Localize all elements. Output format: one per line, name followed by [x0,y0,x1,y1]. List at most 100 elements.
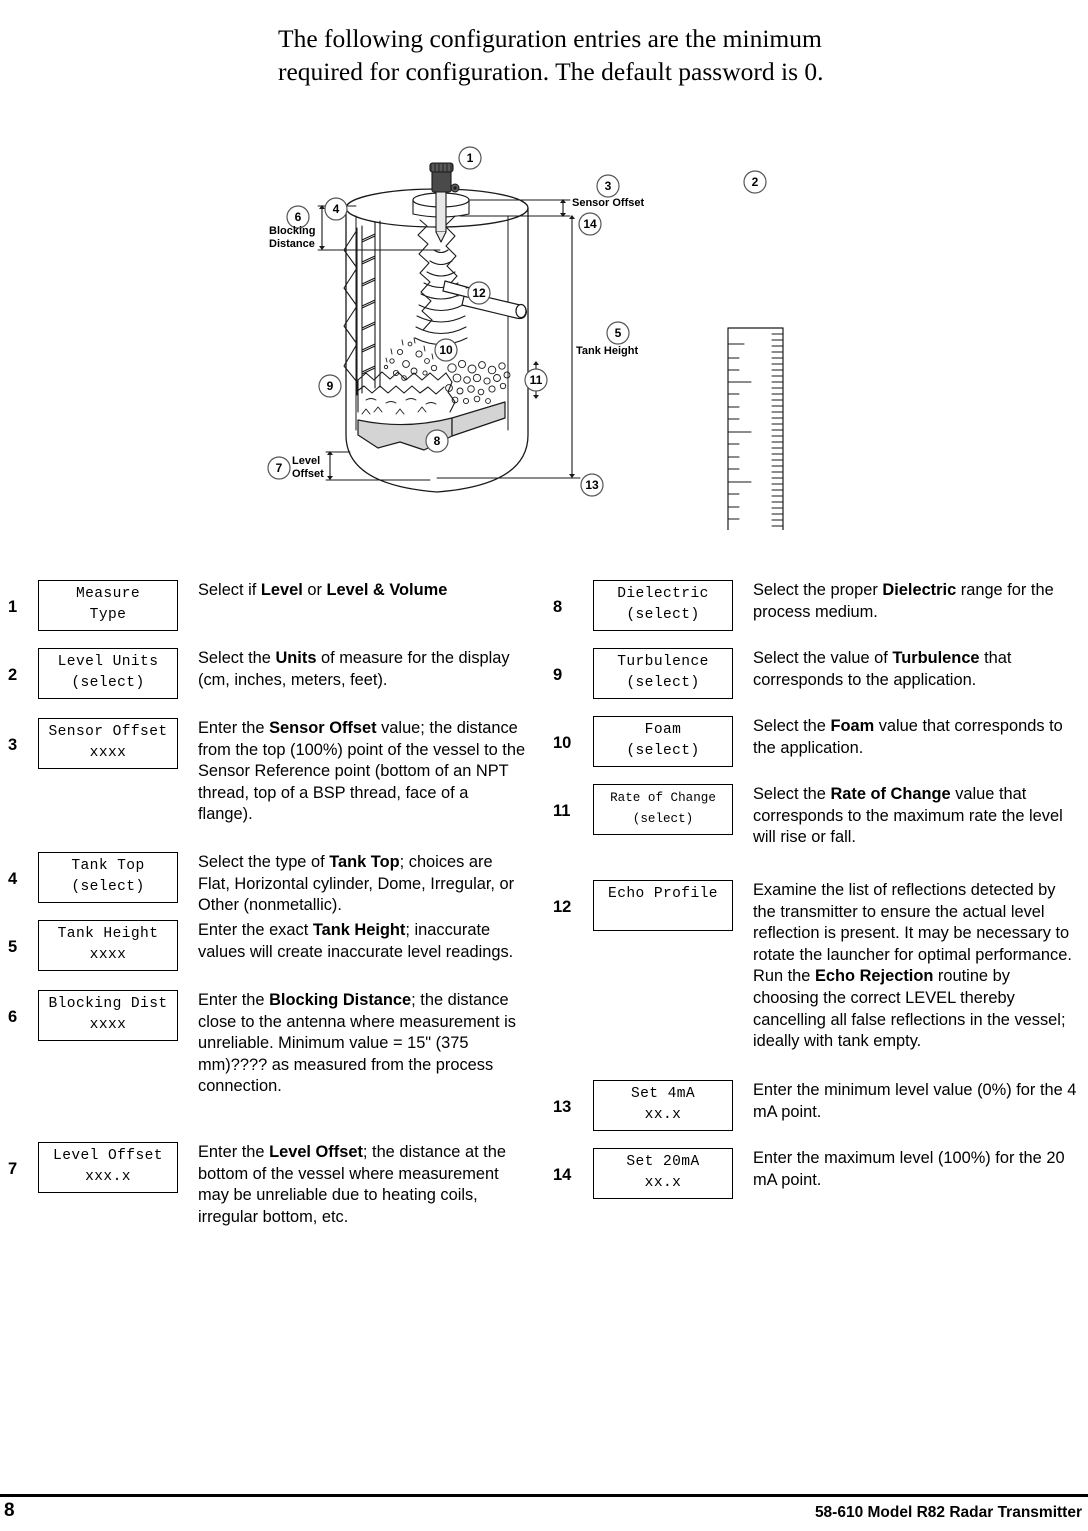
lcd-line-2: xxxx [89,1017,127,1033]
config-description: Enter the Blocking Distance; the distanc… [198,991,516,1096]
lcd-line-2: (select) [632,812,694,826]
config-description: Select the value of Turbulence that corr… [753,649,1012,689]
lcd-display-box[interactable]: Dielectric (select) [593,580,733,631]
svg-text:13: 13 [585,478,599,492]
config-description: Select the proper Dielectric range for t… [753,581,1054,621]
callout-3: 3 [596,174,620,198]
svg-text:2: 2 [752,175,759,189]
callout-12: 12 [467,281,491,305]
callout-4: 4 [324,197,348,221]
callout-2: 2 [743,170,767,194]
lcd-display-box[interactable]: Foam (select) [593,716,733,767]
config-row-number: 6 [8,1008,18,1026]
lcd-line-1: Measure [75,586,141,602]
config-description: Enter the Sensor Offset value; the dista… [198,719,526,824]
config-description: Select the Foam value that corresponds t… [753,717,1063,757]
lcd-display-box[interactable]: Sensor Offset xxxx [38,718,178,769]
config-description: Enter the maximum level (100%) for the 2… [753,1149,1065,1189]
lcd-line-1: Tank Height [57,926,159,942]
lcd-display-box[interactable]: Turbulence (select) [593,648,733,699]
lcd-line-1: Tank Top [71,858,145,874]
intro-line-1: The following configuration entries are … [278,24,822,53]
config-row-number: 1 [8,598,18,616]
lcd-display-box[interactable]: Level Units (select) [38,648,178,699]
config-row-number: 11 [553,802,571,820]
config-row-number: 14 [553,1166,572,1184]
tank-height-label: Tank Height [576,345,638,357]
lcd-display-box[interactable]: Blocking Dist xxxx [38,990,178,1041]
lcd-line-1: Dielectric [617,586,709,602]
lcd-line-2: xx.x [644,1107,682,1123]
lcd-display-box[interactable]: Set 20mA xx.x [593,1148,733,1199]
svg-text:6: 6 [295,210,302,224]
lcd-display-box[interactable]: Rate of Change (select) [593,784,733,835]
lcd-line-2: (select) [71,879,145,895]
document-title: 58-610 Model R82 Radar Transmitter [814,1504,1082,1521]
lcd-line-2: (select) [626,607,700,623]
blocking-distance-label-1: Blocking [269,225,315,237]
config-description: Enter the Level Offset; the distance at … [198,1143,506,1226]
blocking-distance-label-2: Distance [269,238,315,250]
footer-divider [0,1494,1088,1497]
lcd-line-2: Type [89,607,127,623]
svg-text:4: 4 [333,202,340,216]
tank-diagram: 1 2 3 4 5 6 7 8 9 10 11 12 13 14 Sensor … [0,130,1088,530]
lcd-line-1: Echo Profile [608,886,718,902]
internal-ladder [343,220,381,396]
config-row-number: 13 [553,1098,572,1116]
lcd-line-1: Level Offset [53,1148,163,1164]
intro-paragraph: The following configuration entries are … [278,22,838,88]
lcd-display-box[interactable]: Set 4mA xx.x [593,1080,733,1131]
config-description: Select the Units of measure for the disp… [198,649,510,689]
sensor-offset-label: Sensor Offset [572,197,644,209]
level-offset-label-2: Offset [292,468,324,480]
config-description: Enter the minimum level value (0%) for t… [753,1081,1077,1121]
config-row-number: 8 [553,598,563,616]
svg-text:8: 8 [434,434,441,448]
lcd-line-1: Foam [644,722,682,738]
lcd-line-1: Blocking Dist [48,996,168,1012]
intro-line-2: required for configuration. The default … [278,57,824,86]
lcd-display-box[interactable]: Tank Height xxxx [38,920,178,971]
config-row-number: 9 [553,666,563,684]
liquid-surface [355,371,456,413]
lcd-display-box[interactable]: Measure Type [38,580,178,631]
config-description: Enter the exact Tank Height; inaccurate … [198,921,514,961]
svg-text:7: 7 [276,461,283,475]
lcd-line-1: Set 4mA [630,1086,696,1102]
lcd-line-2: (select) [626,675,700,691]
callout-8: 8 [425,429,449,453]
callout-7: 7 [267,456,291,480]
callout-13: 13 [580,473,604,497]
lcd-line-1: Set 20mA [626,1154,700,1170]
lcd-display-box[interactable]: Level Offset xxx.x [38,1142,178,1193]
svg-text:11: 11 [530,373,543,387]
liquid-ripples [361,398,437,415]
config-row-number: 4 [8,870,18,888]
lcd-line-1: Turbulence [617,654,709,670]
svg-text:14: 14 [583,217,597,231]
lcd-line-2: xxxx [89,745,127,761]
lcd-line-2 [594,905,732,926]
config-description: Examine the list of reflections detected… [753,881,1072,1051]
lcd-line-2: (select) [71,675,145,691]
svg-text:12: 12 [472,286,486,300]
callout-1: 1 [458,146,482,170]
svg-text:9: 9 [327,379,334,393]
config-row-number: 2 [8,666,18,684]
callout-5: 5 [606,321,630,345]
config-description: Select the Rate of Change value that cor… [753,785,1063,847]
config-row-number: 12 [553,898,572,916]
radar-wave-arcs [414,249,468,346]
lcd-display-box[interactable]: Tank Top (select) [38,852,178,903]
config-row-number: 5 [8,938,18,956]
lcd-line-1: Level Units [57,654,159,670]
lcd-line-1: Sensor Offset [48,724,168,740]
config-description: Select the type of Tank Top; choices are… [198,853,515,915]
level-offset-label-1: Level [292,455,320,467]
lcd-display-box[interactable]: Echo Profile [593,880,733,931]
callout-11: 11 [524,368,548,392]
config-row-number: 3 [8,736,18,754]
config-row-number: 7 [8,1160,18,1178]
lcd-line-2: xxxx [89,947,127,963]
